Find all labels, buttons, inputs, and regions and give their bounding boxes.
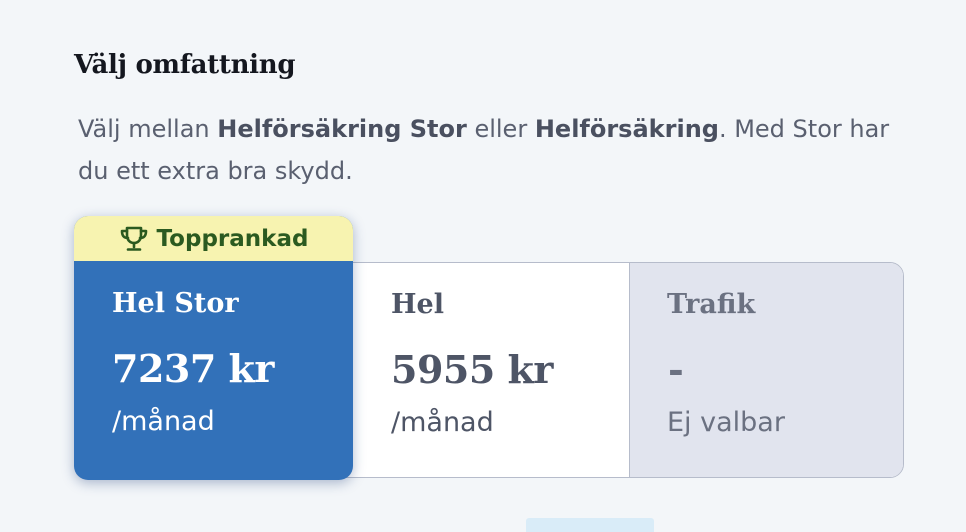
option-hel[interactable]: Hel 5955 kr /månad — [353, 263, 629, 477]
option-hel-period: /månad — [391, 407, 494, 438]
option-hel-stor-name: Hel Stor — [112, 288, 239, 319]
section-description: Välj mellan Helförsäkring Stor eller Hel… — [78, 108, 898, 192]
description-strong-hel: Helförsäkring — [534, 115, 719, 143]
description-strong-stor: Helförsäkring Stor — [217, 115, 467, 143]
next-section-peek — [526, 518, 654, 532]
description-text-2: eller — [466, 115, 535, 143]
option-trafik: Trafik - Ej valbar — [629, 263, 903, 477]
option-hel-name: Hel — [391, 289, 444, 320]
badge-label: Topprankad — [156, 225, 309, 252]
section-title: Välj omfattning — [74, 50, 296, 80]
option-hel-stor-price: 7237 kr — [112, 346, 274, 391]
option-hel-stor-period: /månad — [112, 406, 215, 437]
option-trafik-price: - — [668, 347, 684, 392]
option-hel-price: 5955 kr — [391, 347, 553, 392]
trophy-icon — [119, 226, 149, 252]
option-trafik-status: Ej valbar — [667, 407, 785, 438]
option-hel-stor[interactable]: Topprankad Hel Stor 7237 kr /månad — [74, 216, 353, 480]
top-ranked-badge: Topprankad — [74, 216, 353, 261]
description-text-1: Välj mellan — [78, 115, 218, 143]
option-trafik-name: Trafik — [667, 289, 756, 320]
